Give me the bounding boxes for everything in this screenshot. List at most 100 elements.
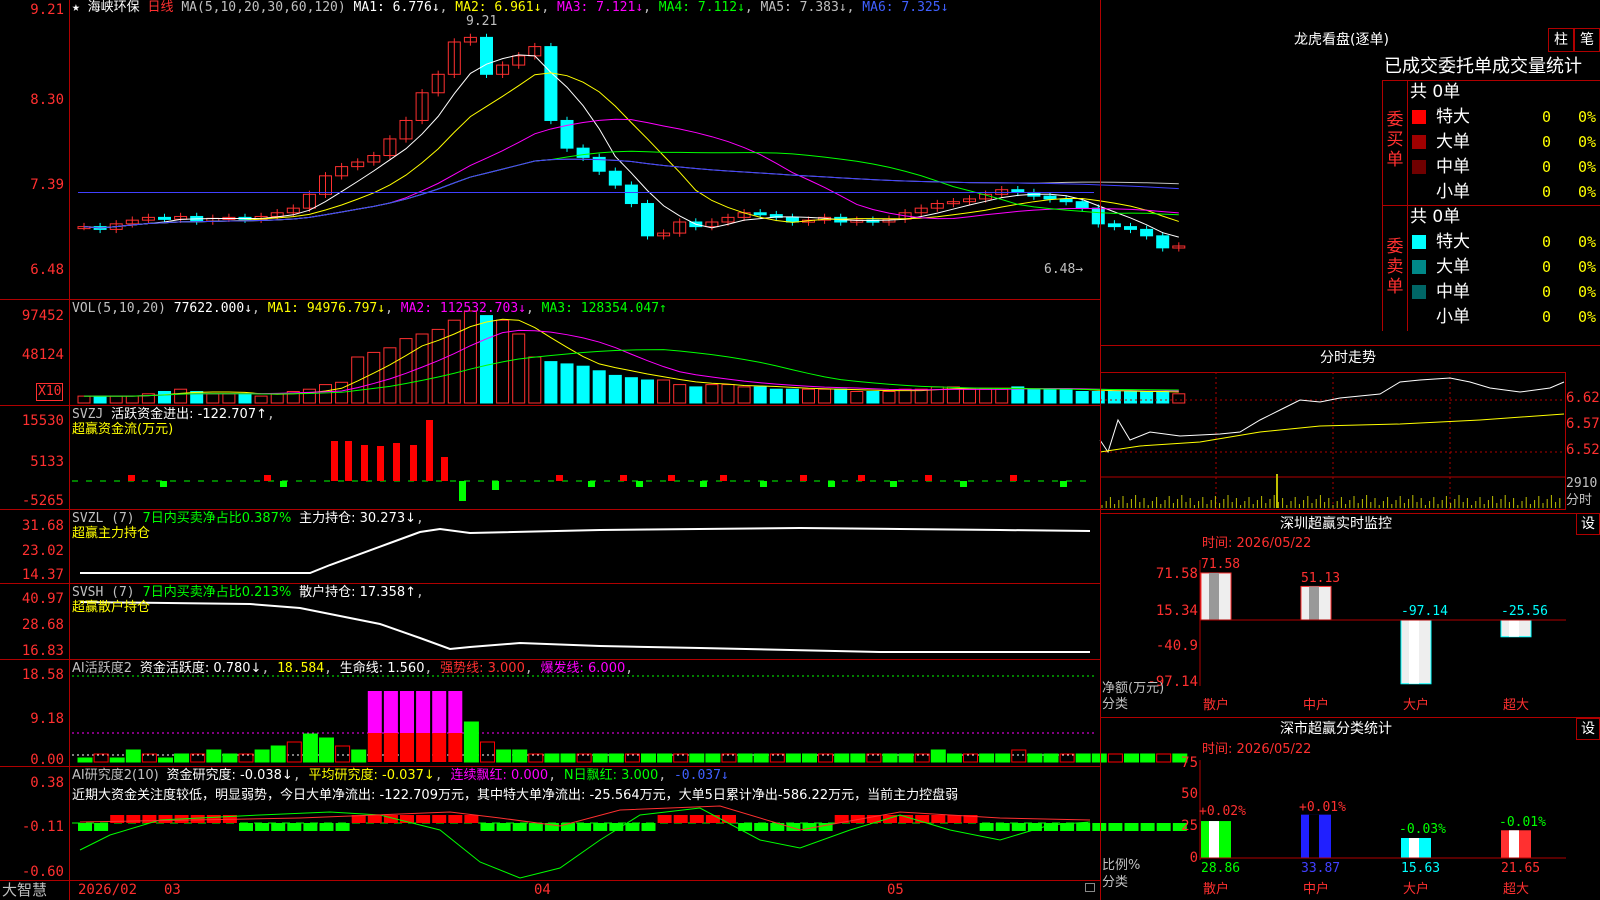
main-holding-line bbox=[80, 526, 1091, 574]
activity-bar bbox=[400, 691, 414, 733]
flow-bar bbox=[331, 441, 338, 481]
date-label: 05 bbox=[887, 882, 904, 898]
volume-bar bbox=[254, 395, 268, 404]
volume-bar bbox=[560, 363, 574, 404]
favorite-star-icon[interactable]: ★ bbox=[72, 0, 80, 15]
legend-swatch-icon bbox=[1412, 135, 1426, 149]
activity-bar bbox=[319, 737, 334, 763]
legend-swatch-icon bbox=[1412, 310, 1426, 324]
flow-bar bbox=[636, 481, 643, 487]
period-label[interactable]: 日线 bbox=[148, 0, 174, 15]
research-bar bbox=[367, 815, 382, 823]
activity-bar bbox=[448, 691, 463, 733]
volume-bar bbox=[689, 386, 703, 404]
stats-settings-button[interactable]: 设 bbox=[1576, 718, 1600, 740]
bar-value-label: -25.56 bbox=[1501, 604, 1548, 619]
volume-bar bbox=[882, 391, 896, 404]
activity-bar bbox=[383, 733, 398, 762]
bar-change-label: +0.01% bbox=[1299, 800, 1346, 815]
monitor-settings-button[interactable]: 设 bbox=[1576, 513, 1600, 535]
volume-bar bbox=[576, 365, 590, 404]
y-tick: 6.48 bbox=[30, 262, 64, 278]
separator bbox=[1100, 717, 1600, 718]
volume-bar bbox=[174, 388, 188, 404]
flow-bar bbox=[160, 481, 167, 487]
activity-bar bbox=[302, 733, 318, 763]
y-tick: 71.58 bbox=[1155, 566, 1198, 582]
vol-unit-badge[interactable]: X10 bbox=[36, 383, 64, 401]
stats-bar-highlight bbox=[1509, 830, 1519, 858]
research-bar bbox=[496, 823, 511, 831]
activity-bar bbox=[963, 753, 978, 763]
volume-bar bbox=[463, 310, 477, 404]
volume-bar bbox=[528, 356, 542, 404]
intraday-chart[interactable] bbox=[1100, 372, 1566, 510]
y-tick: 48124 bbox=[21, 347, 64, 363]
research-bar bbox=[931, 815, 946, 823]
y-tick: 7.39 bbox=[30, 177, 64, 193]
research-bar bbox=[1011, 823, 1026, 831]
order-pct: 0% bbox=[1578, 133, 1597, 151]
flow-bar bbox=[441, 457, 448, 481]
y-tick: 16.83 bbox=[21, 643, 64, 659]
flow-bar bbox=[858, 475, 865, 481]
ma-label: MA(5,10,20,30,60,120) bbox=[181, 0, 346, 15]
ma1-value: MA1: 6.776↓ bbox=[353, 0, 440, 15]
stats-bar-highlight bbox=[1409, 837, 1419, 858]
svzl-subtitle: 超赢主力持仓 bbox=[72, 526, 151, 541]
monitor-bar-highlight bbox=[1409, 620, 1419, 684]
separator bbox=[0, 583, 1100, 584]
order-count: 0 bbox=[1542, 133, 1552, 151]
pen-view-button[interactable]: 笔 bbox=[1574, 28, 1600, 52]
monitor-category: 中户 bbox=[1303, 698, 1330, 713]
order-pct: 0% bbox=[1578, 308, 1597, 326]
svzl-label: SVZL (7) bbox=[72, 511, 135, 526]
monitor-category: 散户 bbox=[1203, 698, 1230, 713]
flow-bar bbox=[960, 481, 967, 487]
research-bar bbox=[577, 823, 592, 831]
volume-bar bbox=[657, 379, 671, 404]
volume-bar bbox=[737, 386, 751, 404]
svsh-subtitle: 超赢散户持仓 bbox=[72, 600, 151, 615]
vol-label: VOL(5,10,20) bbox=[72, 301, 166, 316]
svzj-label: SVZJ bbox=[72, 407, 104, 422]
svsh-ratio: 7日内买卖净占比0.213% bbox=[142, 585, 292, 600]
activity-bar bbox=[383, 691, 398, 733]
activity-bar bbox=[77, 757, 93, 763]
y-tick: 14.37 bbox=[21, 567, 64, 583]
separator bbox=[0, 880, 1100, 881]
flow-bar bbox=[410, 445, 417, 481]
svzl-header: SVZL (7) 7日内买卖净占比0.387% 主力持仓: 30.273↓, bbox=[72, 511, 424, 526]
activity-bar bbox=[416, 691, 431, 733]
activity-bar bbox=[254, 749, 270, 763]
volume-bar bbox=[544, 361, 558, 404]
monitor-y-label: 净额(万元) bbox=[1102, 681, 1165, 696]
volume-bar bbox=[206, 393, 220, 404]
activity-bar bbox=[592, 753, 608, 763]
retail-holding-line bbox=[79, 601, 1090, 653]
volume-bar bbox=[721, 384, 735, 404]
vol-ma1: MA1: 94976.797↓ bbox=[267, 301, 386, 316]
candle bbox=[1156, 235, 1170, 249]
svzj-header: SVZJ 活跃资金进出: -122.707↑, bbox=[72, 407, 275, 422]
y-tick: 6.62 bbox=[1566, 390, 1600, 406]
ai-active-val2: 18.584 bbox=[277, 661, 325, 676]
activity-bar bbox=[1107, 753, 1123, 763]
lock-icon[interactable] bbox=[1085, 883, 1095, 892]
activity-bar bbox=[544, 753, 560, 763]
research-bar bbox=[1108, 823, 1123, 831]
volume-bar bbox=[592, 370, 606, 404]
candle bbox=[608, 170, 622, 186]
activity-bar bbox=[432, 691, 447, 733]
research-bar bbox=[303, 823, 318, 831]
legend-swatch-icon bbox=[1412, 160, 1426, 174]
stats-x-label: 分类 bbox=[1102, 875, 1129, 890]
y-tick: 0 bbox=[1189, 850, 1198, 866]
bar-view-button[interactable]: 柱 bbox=[1548, 28, 1574, 52]
separator bbox=[0, 766, 1100, 767]
order-count: 0 bbox=[1542, 233, 1552, 251]
brand-logo: 大智慧 bbox=[2, 881, 48, 899]
research-bar bbox=[78, 823, 92, 831]
bar-value-label: -97.14 bbox=[1401, 604, 1448, 619]
activity-bar bbox=[528, 753, 544, 763]
